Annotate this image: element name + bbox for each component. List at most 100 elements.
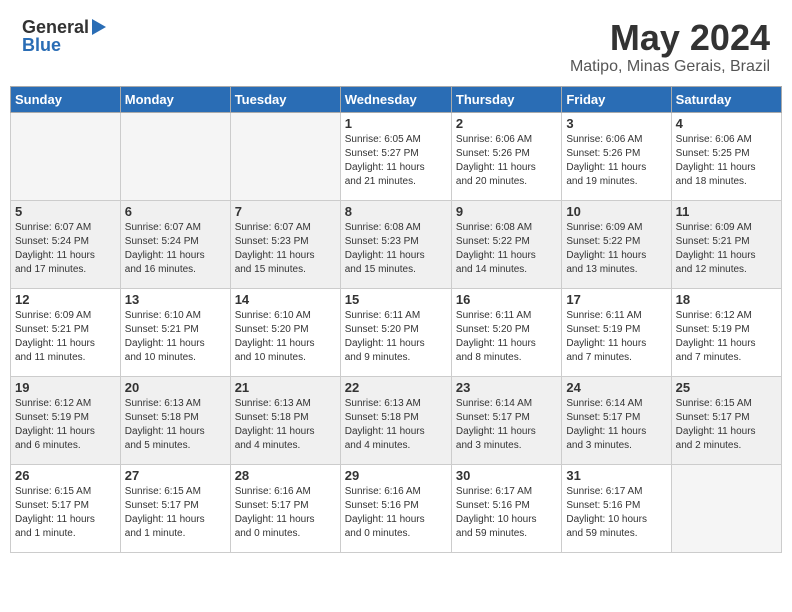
day-info: Sunrise: 6:15 AM Sunset: 5:17 PM Dayligh… <box>15 485 116 541</box>
day-info: Sunrise: 6:08 AM Sunset: 5:23 PM Dayligh… <box>345 221 447 277</box>
calendar-day-cell: 14 Sunrise: 6:10 AM Sunset: 5:20 PM Dayli… <box>230 288 340 376</box>
calendar-day-cell: 17Sunrise: 6:11 AM Sunset: 5:19 PM Dayli… <box>562 288 671 376</box>
day-info: Sunrise: 6:12 AM Sunset: 5:19 PM Dayligh… <box>676 309 777 365</box>
day-info: Sunrise: 6:10 AM Sunset: 5:21 PM Dayligh… <box>125 309 226 365</box>
calendar-week-row: 12 Sunrise: 6:09 AM Sunset: 5:21 PM Dayli… <box>11 288 782 376</box>
day-info: Sunrise: 6:13 AM Sunset: 5:18 PM Dayligh… <box>345 397 447 453</box>
day-info: Sunrise: 6:10 AM Sunset: 5:20 PM Dayligh… <box>235 309 336 365</box>
day-number: 7 <box>235 204 336 219</box>
day-info: Sunrise: 6:06 AM Sunset: 5:26 PM Dayligh… <box>566 133 666 189</box>
day-info: Sunrise: 6:14 AM Sunset: 5:17 PM Dayligh… <box>566 397 666 453</box>
day-number: 26 <box>15 468 116 483</box>
calendar-day-cell: 20 Sunrise: 6:13 AM Sunset: 5:18 PM Dayli… <box>120 376 230 464</box>
day-number: 21 <box>235 380 336 395</box>
day-number: 16 <box>456 292 557 307</box>
day-number: 31 <box>566 468 666 483</box>
calendar-day-cell <box>120 112 230 200</box>
day-info: Sunrise: 6:09 AM Sunset: 5:21 PM Dayligh… <box>676 221 777 277</box>
calendar-week-row: 26 Sunrise: 6:15 AM Sunset: 5:17 PM Dayli… <box>11 464 782 552</box>
weekday-header-wednesday: Wednesday <box>340 86 451 112</box>
calendar-day-cell: 7Sunrise: 6:07 AM Sunset: 5:23 PM Daylig… <box>230 200 340 288</box>
calendar-week-row: 5 Sunrise: 6:07 AM Sunset: 5:24 PM Daylig… <box>11 200 782 288</box>
logo-arrow-icon <box>92 19 106 35</box>
weekday-header-friday: Friday <box>562 86 671 112</box>
calendar-day-cell: 11 Sunrise: 6:09 AM Sunset: 5:21 PM Dayli… <box>671 200 781 288</box>
calendar-day-cell: 21 Sunrise: 6:13 AM Sunset: 5:18 PM Dayli… <box>230 376 340 464</box>
day-info: Sunrise: 6:09 AM Sunset: 5:22 PM Dayligh… <box>566 221 666 277</box>
calendar-table: SundayMondayTuesdayWednesdayThursdayFrid… <box>10 86 782 553</box>
day-info: Sunrise: 6:08 AM Sunset: 5:22 PM Dayligh… <box>456 221 557 277</box>
page-header: General Blue May 2024 Matipo, Minas Gera… <box>10 10 782 80</box>
calendar-day-cell: 1 Sunrise: 6:05 AM Sunset: 5:27 PM Daylig… <box>340 112 451 200</box>
calendar-day-cell: 10 Sunrise: 6:09 AM Sunset: 5:22 PM Dayli… <box>562 200 671 288</box>
calendar-day-cell: 27 Sunrise: 6:15 AM Sunset: 5:17 PM Dayli… <box>120 464 230 552</box>
weekday-header-sunday: Sunday <box>11 86 121 112</box>
weekday-header-row: SundayMondayTuesdayWednesdayThursdayFrid… <box>11 86 782 112</box>
day-info: Sunrise: 6:15 AM Sunset: 5:17 PM Dayligh… <box>676 397 777 453</box>
day-info: Sunrise: 6:13 AM Sunset: 5:18 PM Dayligh… <box>125 397 226 453</box>
calendar-day-cell: 16Sunrise: 6:11 AM Sunset: 5:20 PM Dayli… <box>451 288 561 376</box>
day-info: Sunrise: 6:13 AM Sunset: 5:18 PM Dayligh… <box>235 397 336 453</box>
day-info: Sunrise: 6:09 AM Sunset: 5:21 PM Dayligh… <box>15 309 116 365</box>
day-info: Sunrise: 6:16 AM Sunset: 5:17 PM Dayligh… <box>235 485 336 541</box>
day-info: Sunrise: 6:17 AM Sunset: 5:16 PM Dayligh… <box>456 485 557 541</box>
calendar-day-cell: 29Sunrise: 6:16 AM Sunset: 5:16 PM Dayli… <box>340 464 451 552</box>
calendar-day-cell: 22 Sunrise: 6:13 AM Sunset: 5:18 PM Dayli… <box>340 376 451 464</box>
weekday-header-saturday: Saturday <box>671 86 781 112</box>
calendar-week-row: 1 Sunrise: 6:05 AM Sunset: 5:27 PM Daylig… <box>11 112 782 200</box>
calendar-day-cell: 12 Sunrise: 6:09 AM Sunset: 5:21 PM Dayli… <box>11 288 121 376</box>
calendar-day-cell: 23Sunrise: 6:14 AM Sunset: 5:17 PM Dayli… <box>451 376 561 464</box>
weekday-header-thursday: Thursday <box>451 86 561 112</box>
day-number: 30 <box>456 468 557 483</box>
day-info: Sunrise: 6:11 AM Sunset: 5:19 PM Dayligh… <box>566 309 666 365</box>
day-number: 11 <box>676 204 777 219</box>
day-number: 1 <box>345 116 447 131</box>
day-info: Sunrise: 6:11 AM Sunset: 5:20 PM Dayligh… <box>345 309 447 365</box>
title-block: May 2024 Matipo, Minas Gerais, Brazil <box>570 18 770 76</box>
logo-blue-text: Blue <box>22 36 61 54</box>
day-number: 8 <box>345 204 447 219</box>
day-number: 23 <box>456 380 557 395</box>
calendar-day-cell <box>671 464 781 552</box>
calendar-day-cell: 9Sunrise: 6:08 AM Sunset: 5:22 PM Daylig… <box>451 200 561 288</box>
day-number: 15 <box>345 292 447 307</box>
day-number: 14 <box>235 292 336 307</box>
day-number: 18 <box>676 292 777 307</box>
day-number: 25 <box>676 380 777 395</box>
calendar-day-cell: 18 Sunrise: 6:12 AM Sunset: 5:19 PM Dayli… <box>671 288 781 376</box>
day-number: 22 <box>345 380 447 395</box>
day-number: 5 <box>15 204 116 219</box>
calendar-day-cell: 28 Sunrise: 6:16 AM Sunset: 5:17 PM Dayli… <box>230 464 340 552</box>
calendar-day-cell: 3 Sunrise: 6:06 AM Sunset: 5:26 PM Daylig… <box>562 112 671 200</box>
day-number: 12 <box>15 292 116 307</box>
day-number: 13 <box>125 292 226 307</box>
day-number: 19 <box>15 380 116 395</box>
day-number: 24 <box>566 380 666 395</box>
calendar-day-cell: 2Sunrise: 6:06 AM Sunset: 5:26 PM Daylig… <box>451 112 561 200</box>
weekday-header-monday: Monday <box>120 86 230 112</box>
location-title: Matipo, Minas Gerais, Brazil <box>570 58 770 76</box>
calendar-day-cell: 26 Sunrise: 6:15 AM Sunset: 5:17 PM Dayli… <box>11 464 121 552</box>
day-info: Sunrise: 6:15 AM Sunset: 5:17 PM Dayligh… <box>125 485 226 541</box>
day-number: 3 <box>566 116 666 131</box>
day-number: 6 <box>125 204 226 219</box>
day-info: Sunrise: 6:07 AM Sunset: 5:24 PM Dayligh… <box>125 221 226 277</box>
calendar-week-row: 19Sunrise: 6:12 AM Sunset: 5:19 PM Dayli… <box>11 376 782 464</box>
day-number: 29 <box>345 468 447 483</box>
day-info: Sunrise: 6:06 AM Sunset: 5:26 PM Dayligh… <box>456 133 557 189</box>
calendar-day-cell: 31Sunrise: 6:17 AM Sunset: 5:16 PM Dayli… <box>562 464 671 552</box>
calendar-day-cell: 4Sunrise: 6:06 AM Sunset: 5:25 PM Daylig… <box>671 112 781 200</box>
day-info: Sunrise: 6:06 AM Sunset: 5:25 PM Dayligh… <box>676 133 777 189</box>
day-info: Sunrise: 6:05 AM Sunset: 5:27 PM Dayligh… <box>345 133 447 189</box>
calendar-day-cell: 15 Sunrise: 6:11 AM Sunset: 5:20 PM Dayli… <box>340 288 451 376</box>
calendar-day-cell: 5Sunrise: 6:07 AM Sunset: 5:24 PM Daylig… <box>11 200 121 288</box>
day-number: 10 <box>566 204 666 219</box>
calendar-day-cell: 25 Sunrise: 6:15 AM Sunset: 5:17 PM Dayli… <box>671 376 781 464</box>
day-number: 28 <box>235 468 336 483</box>
calendar-day-cell <box>230 112 340 200</box>
day-number: 20 <box>125 380 226 395</box>
calendar-day-cell: 6 Sunrise: 6:07 AM Sunset: 5:24 PM Daylig… <box>120 200 230 288</box>
logo: General Blue <box>22 18 107 54</box>
day-number: 27 <box>125 468 226 483</box>
calendar-day-cell <box>11 112 121 200</box>
